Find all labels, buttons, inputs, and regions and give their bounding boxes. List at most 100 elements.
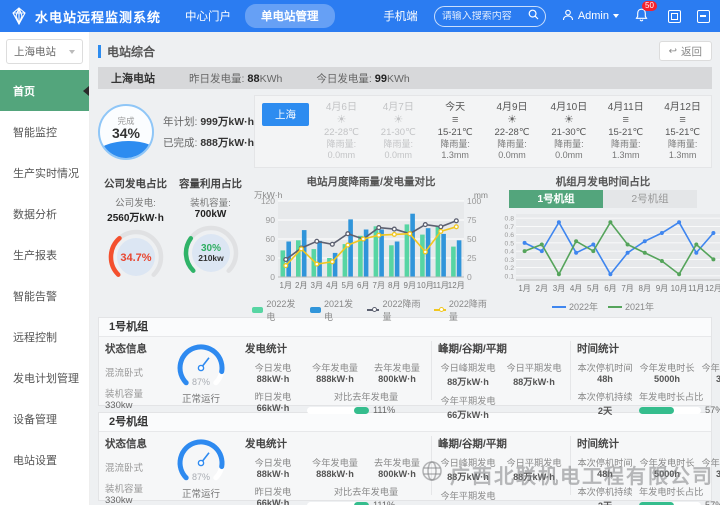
svg-text:万kW·h: 万kW·h xyxy=(254,190,283,200)
unit-status-gauge: 87% 正常运行 xyxy=(163,341,239,400)
stat-cell: 今日发电88kW·h xyxy=(245,360,301,384)
svg-text:12月: 12月 xyxy=(705,284,720,293)
legend-item[interactable]: 2022发电 xyxy=(252,297,300,323)
search-input[interactable] xyxy=(442,11,528,22)
stat-cell: 今日平期发电88万kW·h xyxy=(504,455,564,483)
chart-title: 机组月发电时间占比 xyxy=(494,174,712,189)
back-button[interactable]: ↩ 返回 xyxy=(659,41,712,61)
user-menu[interactable]: Admin xyxy=(562,9,619,24)
station-select[interactable]: 上海电站 xyxy=(6,39,83,64)
tab-1号机组[interactable]: 1号机组 xyxy=(509,190,603,208)
svg-text:0.7: 0.7 xyxy=(505,224,515,231)
svg-text:50: 50 xyxy=(467,234,477,244)
svg-text:1月: 1月 xyxy=(518,284,530,293)
stat-cell: 本次停机时间48h xyxy=(577,455,633,479)
svg-text:5月: 5月 xyxy=(587,284,599,293)
completion-widget: 完成 34% 年计划: 999万kW·h 已完成: 888万kW·h xyxy=(98,95,248,168)
caret-down-icon xyxy=(613,14,619,18)
sidebar-item-发电计划管理[interactable]: 发电计划管理 xyxy=(0,357,89,398)
legend-item[interactable]: 2022年 xyxy=(552,300,598,313)
stat-cell: 今年停电时长3760h xyxy=(701,360,720,384)
app-title: 水电站远程监测系统 xyxy=(35,7,161,26)
sun-icon: ☀ xyxy=(540,114,597,127)
annual-generation-ratio: 年发电时长占比 57% xyxy=(639,484,720,505)
page-title: 电站综合 xyxy=(107,43,155,60)
svg-text:0.1: 0.1 xyxy=(505,273,515,280)
tab-2号机组[interactable]: 2号机组 xyxy=(603,190,697,208)
generation-stats-section: 发电统计 今日发电88kW·h 今年发电量888kW·h 去年发电量800kW·… xyxy=(239,341,431,400)
sun-icon: ☀ xyxy=(370,114,427,127)
sidebar-item-智能监控[interactable]: 智能监控 xyxy=(0,111,89,152)
sidebar-item-生产报表[interactable]: 生产报表 xyxy=(0,234,89,275)
exit-icon[interactable] xyxy=(697,10,710,23)
weather-day: 4月11日 ≡ 15-21℃ 降雨量: 1.3mm xyxy=(597,102,654,162)
stat-cell: 昨日发电66kW·h xyxy=(245,484,301,505)
unit-status-section: 状态信息 混流卧式 装机容量 330kw xyxy=(105,341,163,400)
svg-text:0.6: 0.6 xyxy=(505,232,515,239)
chart-title: 电站月度降雨量/发电量对比 xyxy=(252,174,490,189)
svg-text:2月: 2月 xyxy=(536,284,548,293)
sidebar-item-数据分析[interactable]: 数据分析 xyxy=(0,193,89,234)
compare-last-year: 对比去年发电量 111% xyxy=(307,389,425,415)
svg-text:0.2: 0.2 xyxy=(505,265,515,272)
svg-text:8月: 8月 xyxy=(388,281,400,290)
sun-icon: ☀ xyxy=(484,114,541,127)
main-content: 电站综合 ↩ 返回 上海电站 昨日发电量: 88KWh 今日发电量: 99KWh xyxy=(90,32,720,505)
page-header: 电站综合 ↩ 返回 xyxy=(98,39,712,63)
weather-panel: 上海 4月6日 ☀ 22-28℃ 降雨量: 0.0mm4月7日 ☀ 21-30℃… xyxy=(254,95,712,168)
company-ratio-gauge: 34.7% xyxy=(106,278,166,290)
fullscreen-icon[interactable] xyxy=(668,10,681,23)
nav-center-portal[interactable]: 中心门户 xyxy=(185,8,231,24)
sidebar-item-设备管理[interactable]: 设备管理 xyxy=(0,398,89,439)
svg-text:0.4: 0.4 xyxy=(505,249,515,256)
legend-item[interactable]: 2021发电 xyxy=(310,297,358,323)
installed-capacity: 330kw xyxy=(105,400,163,411)
stat-cell: 今日峰期发电88万kW·h xyxy=(438,360,498,388)
svg-text:9月: 9月 xyxy=(656,284,668,293)
svg-text:0.8: 0.8 xyxy=(505,216,515,223)
chart-legend: 2022发电 2021发电 2022降雨量 2022降雨量 xyxy=(252,297,490,323)
sidebar-item-电站设置[interactable]: 电站设置 xyxy=(0,439,89,480)
svg-text:30: 30 xyxy=(266,253,276,263)
generation-rainfall-chart: 电站月度降雨量/发电量对比00302560509075120100万kW·hmm… xyxy=(252,174,490,311)
sidebar-item-生产实时情况[interactable]: 生产实时情况 xyxy=(0,152,89,193)
topbar: 水电站远程监测系统 中心门户 单电站管理 手机端 Admin xyxy=(0,0,720,32)
app-logo-icon xyxy=(10,7,28,25)
sidebar-item-智能告警[interactable]: 智能告警 xyxy=(0,275,89,316)
weather-day: 今天 ≡ 15-21℃ 降雨量: 1.3mm xyxy=(427,102,484,162)
search-icon[interactable] xyxy=(528,9,539,23)
city-button[interactable]: 上海 xyxy=(262,103,309,126)
svg-text:0.5: 0.5 xyxy=(505,240,515,247)
bell-icon xyxy=(635,13,648,25)
station-info-bar: 上海电站 昨日发电量: 88KWh 今日发电量: 99KWh xyxy=(98,67,712,89)
weather-day: 4月12日 ≡ 15-21℃ 降雨量: 1.3mm xyxy=(654,102,711,162)
svg-text:3月: 3月 xyxy=(311,281,323,290)
svg-text:9月: 9月 xyxy=(404,281,416,290)
svg-text:3月: 3月 xyxy=(553,284,565,293)
stat-cell: 今年发电时长5000h xyxy=(639,455,695,479)
unit-generation-time-chart: 机组月发电时间占比 1号机组2号机组0.10.20.30.40.50.60.70… xyxy=(494,174,712,311)
stat-cell: 昨日发电66kW·h xyxy=(245,389,301,415)
notifications-button[interactable]: 50 xyxy=(635,8,648,25)
ratio-progress-bar xyxy=(639,502,701,505)
stat-cell: 今日发电88kW·h xyxy=(245,455,301,479)
sidebar-item-首页[interactable]: 首页 xyxy=(0,70,89,111)
sidebar-item-远程控制[interactable]: 远程控制 xyxy=(0,316,89,357)
turbine-type: 混流卧式 xyxy=(105,365,163,379)
search-box[interactable] xyxy=(434,6,546,27)
legend-item[interactable]: 2022降雨量 xyxy=(367,297,423,323)
annual-plan: 年计划: 999万kW·h xyxy=(163,114,254,129)
compare-progress-bar xyxy=(307,407,369,414)
legend-item[interactable]: 2021年 xyxy=(608,300,654,313)
stat-cell: 今年平期发电66万kW·h xyxy=(438,488,498,505)
notification-badge: 50 xyxy=(642,1,657,11)
svg-text:12月: 12月 xyxy=(448,281,465,290)
mobile-link[interactable]: 手机端 xyxy=(383,8,418,24)
haze-icon: ≡ xyxy=(654,114,711,127)
svg-text:4月: 4月 xyxy=(570,284,582,293)
legend-item[interactable]: 2022降雨量 xyxy=(434,297,490,323)
svg-text:8月: 8月 xyxy=(639,284,651,293)
unit-status-section: 状态信息 混流卧式 装机容量 330kw xyxy=(105,436,163,495)
capacity-ratio-widget: 容量利用占比 装机容量: 700kW 30%210kw xyxy=(173,174,248,311)
nav-station-management[interactable]: 单电站管理 xyxy=(245,4,335,28)
